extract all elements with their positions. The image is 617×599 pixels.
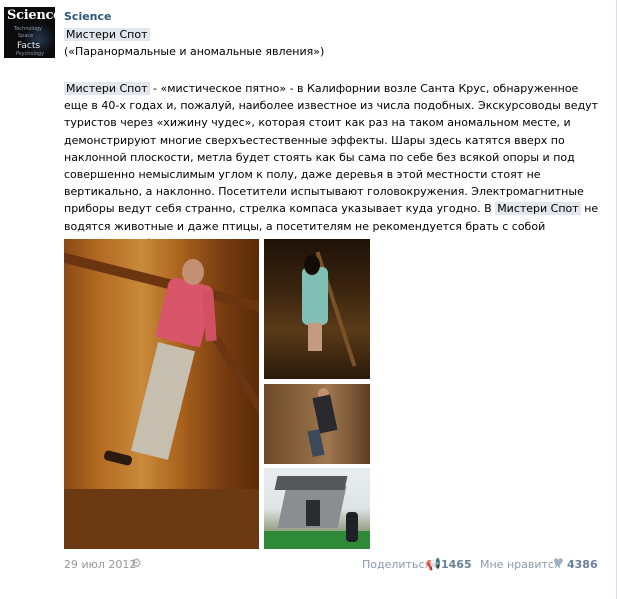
photo-woman-hair xyxy=(304,255,320,275)
heart-icon[interactable]: ♥ xyxy=(553,556,564,570)
megaphone-icon[interactable]: 📢 xyxy=(426,557,441,571)
group-avatar[interactable]: Science Technology Space Facts Psycholog… xyxy=(4,7,55,58)
author-link[interactable]: Science xyxy=(64,10,112,23)
subtitle-highlight: Мистери Спот xyxy=(64,28,150,41)
like-button[interactable]: Мне нравится xyxy=(480,558,561,571)
post-body: Мистери Спот - «мистическое пятно» - в К… xyxy=(64,80,604,252)
share-button[interactable]: Поделиться xyxy=(362,558,431,571)
avatar-facts: Facts xyxy=(17,41,41,51)
avatar-line1: Technology xyxy=(14,26,43,32)
body-text-part1: - «мистическое пятно» - в Калифорнии воз… xyxy=(64,82,599,216)
share-count: 1465 xyxy=(441,558,472,571)
photo-main-man-leaning[interactable] xyxy=(64,239,259,549)
post-date[interactable]: 29 июл 2012 xyxy=(64,558,136,571)
photo-house-door xyxy=(306,500,320,526)
post-subnote: («Паранормальные и аномальные явления») xyxy=(64,45,325,58)
post-subtitle: Мистери Спот xyxy=(64,28,150,41)
photo-woman-legs xyxy=(308,323,322,351)
like-count: 4386 xyxy=(567,558,598,571)
photo-woman-in-cabin[interactable] xyxy=(264,239,370,379)
photo-beam-diagonal xyxy=(208,329,259,437)
avatar-title: Science xyxy=(7,8,55,23)
body-mid-highlight: Мистери Спот xyxy=(495,202,581,216)
photo-man-body xyxy=(312,394,338,434)
avatar-line2: Space xyxy=(18,33,34,39)
photo-tilted-house[interactable] xyxy=(264,468,370,549)
photo-visitor xyxy=(346,512,358,542)
body-lead-highlight: Мистери Спот xyxy=(64,82,150,95)
avatar-line3: Psychology xyxy=(16,51,45,57)
photo-woman-dress xyxy=(302,267,328,325)
photo-man-on-wall[interactable] xyxy=(264,384,370,464)
gear-icon[interactable]: ⚙ xyxy=(131,556,142,570)
photo-man-shoe xyxy=(103,449,133,467)
photo-house-roof xyxy=(274,476,348,490)
photo-man-head xyxy=(182,259,204,285)
photo-floor xyxy=(64,489,259,549)
photo-man-legs xyxy=(131,342,195,460)
photo-man-legs xyxy=(307,429,325,457)
